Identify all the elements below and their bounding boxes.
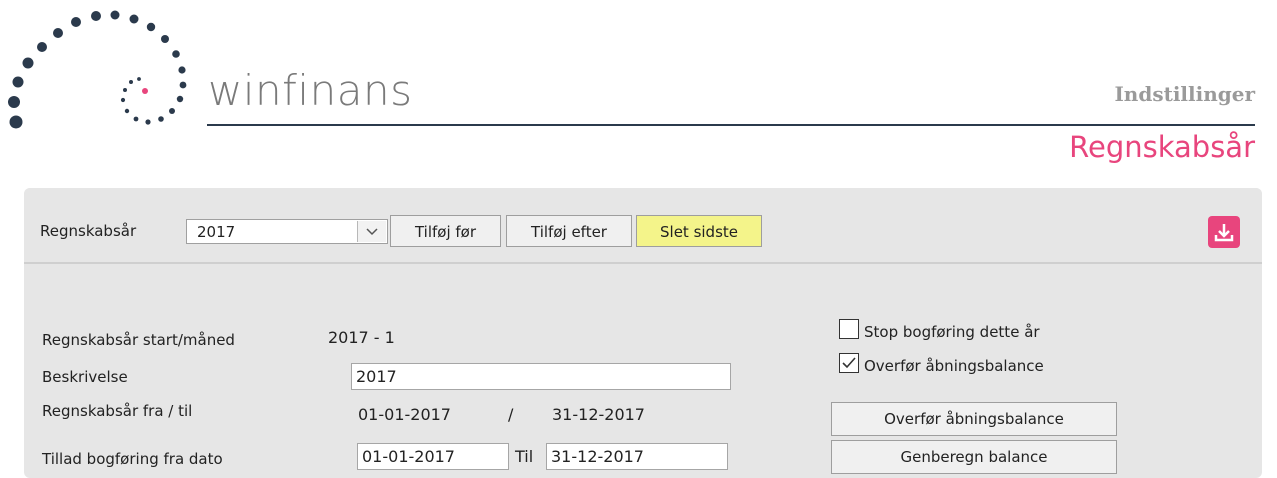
stop-posting-label[interactable]: Stop bogføring dette år	[864, 323, 1040, 341]
allow-posting-to-label: Til	[515, 447, 534, 466]
toolbar: Regnskabsår 2017 Tilføj før Tilføj efter…	[24, 188, 1262, 264]
transfer-opening-checkbox[interactable]	[839, 353, 859, 373]
chevron-down-icon[interactable]	[357, 221, 386, 242]
start-month-value: 2017 - 1	[328, 328, 395, 347]
add-before-button[interactable]: Tilføj før	[390, 215, 501, 247]
download-icon	[1214, 224, 1234, 242]
stop-posting-checkbox[interactable]	[839, 319, 859, 339]
description-input[interactable]: 2017	[351, 363, 731, 390]
download-button[interactable]	[1208, 216, 1240, 248]
allow-posting-to-input[interactable]: 31-12-2017	[546, 443, 728, 470]
allow-posting-label: Tillad bogføring fra dato	[42, 450, 223, 468]
transfer-opening-button[interactable]: Overfør åbningsbalance	[831, 402, 1117, 436]
period-label: Regnskabsår fra / til	[42, 402, 193, 420]
brand-name: winfinans	[208, 66, 413, 115]
recalc-balance-button[interactable]: Genberegn balance	[831, 440, 1117, 474]
settings-panel: Regnskabsår 2017 Tilføj før Tilføj efter…	[24, 188, 1262, 478]
transfer-opening-label[interactable]: Overfør åbningsbalance	[864, 357, 1044, 375]
winfinans-logo	[8, 10, 187, 129]
accent-dot	[142, 88, 148, 94]
year-label: Regnskabsår	[40, 222, 137, 240]
add-after-button[interactable]: Tilføj efter	[506, 215, 632, 247]
page-title: Regnskabsår	[1069, 130, 1255, 164]
breadcrumb[interactable]: Indstillinger	[1114, 82, 1255, 106]
period-to: 31-12-2017	[552, 405, 645, 424]
year-select-value: 2017	[197, 223, 236, 241]
delete-last-button[interactable]: Slet sidste	[636, 215, 762, 247]
header-divider	[207, 124, 1255, 126]
year-select[interactable]: 2017	[186, 219, 388, 244]
description-label: Beskrivelse	[42, 368, 128, 386]
start-month-label: Regnskabsår start/måned	[42, 331, 235, 349]
checkmark-icon	[842, 357, 856, 369]
period-from: 01-01-2017	[358, 405, 451, 424]
period-separator: /	[508, 405, 514, 424]
allow-posting-from-input[interactable]: 01-01-2017	[357, 443, 509, 470]
